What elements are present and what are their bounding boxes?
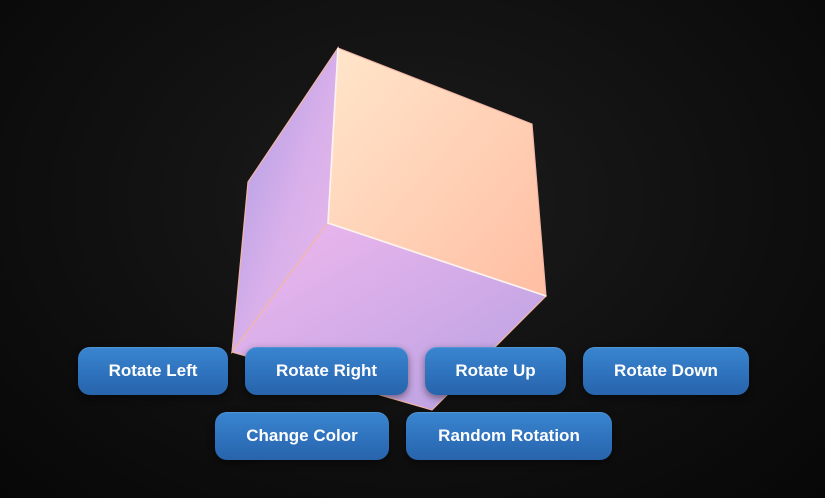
change-color-button[interactable]: Change Color: [215, 412, 389, 460]
rotate-right-button[interactable]: Rotate Right: [245, 347, 408, 395]
random-rotation-button[interactable]: Random Rotation: [406, 412, 612, 460]
rotate-up-button[interactable]: Rotate Up: [425, 347, 566, 395]
rotate-left-button[interactable]: Rotate Left: [78, 347, 228, 395]
rotate-down-button[interactable]: Rotate Down: [583, 347, 749, 395]
